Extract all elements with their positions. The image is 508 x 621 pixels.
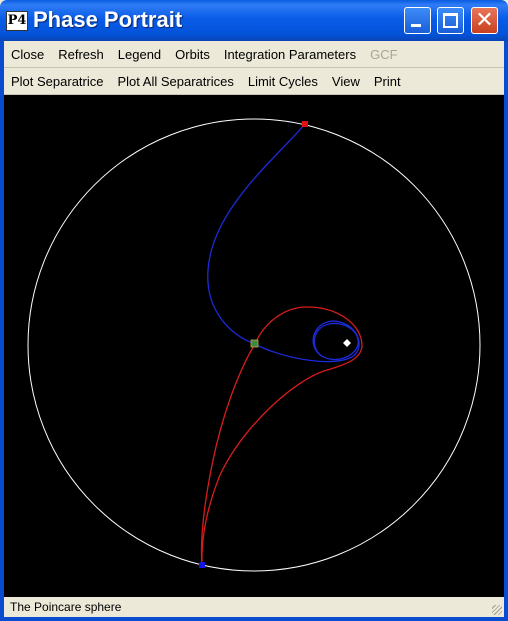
stable-separatrix-spiral [254,320,360,363]
menu-bar-secondary: Plot Separatrice Plot All Separatrices L… [4,68,504,95]
menu-view[interactable]: View [325,74,367,89]
menu-plot-separatrice[interactable]: Plot Separatrice [4,74,111,89]
window-border-right [504,41,508,621]
title-bar[interactable]: P4 Phase Portrait ✕ [0,0,508,41]
close-icon: ✕ [475,8,494,33]
critical-point-top-node [302,121,308,127]
window-border-left [0,41,4,621]
menu-limit-cycles[interactable]: Limit Cycles [241,74,325,89]
resize-grip-icon[interactable] [492,605,502,615]
menu-integration-parameters[interactable]: Integration Parameters [217,47,363,62]
stable-separatrix-top [207,123,306,345]
menu-legend[interactable]: Legend [111,47,168,62]
maximize-icon [443,13,458,28]
maximize-button[interactable] [437,7,464,34]
critical-point-focus [343,339,351,347]
minimize-icon [411,24,421,27]
critical-point-saddle [250,339,259,348]
unstable-separatrix-direct [200,343,256,566]
status-bar: The Poincare sphere [4,597,504,617]
minimize-button[interactable] [404,7,431,34]
phase-portrait-plot [27,118,481,572]
app-icon: P4 [6,11,28,31]
window-title: Phase Portrait [33,7,183,32]
status-text: The Poincare sphere [10,600,122,614]
menu-bar-primary: Close Refresh Legend Orbits Integration … [4,41,504,68]
menu-print[interactable]: Print [367,74,408,89]
menu-orbits[interactable]: Orbits [168,47,217,62]
menu-close[interactable]: Close [4,47,51,62]
critical-point-bottom-node [199,562,205,568]
menu-plot-all-separatrices[interactable]: Plot All Separatrices [111,74,241,89]
phase-portrait-canvas[interactable] [4,95,504,597]
window-border-bottom [0,617,508,621]
menu-refresh[interactable]: Refresh [51,47,111,62]
close-window-button[interactable]: ✕ [471,7,498,34]
unstable-separatrix-loop [201,306,363,566]
menu-gcf: GCF [370,46,398,62]
phase-portrait-window: P4 Phase Portrait ✕ Close Refresh Legend… [0,0,508,621]
